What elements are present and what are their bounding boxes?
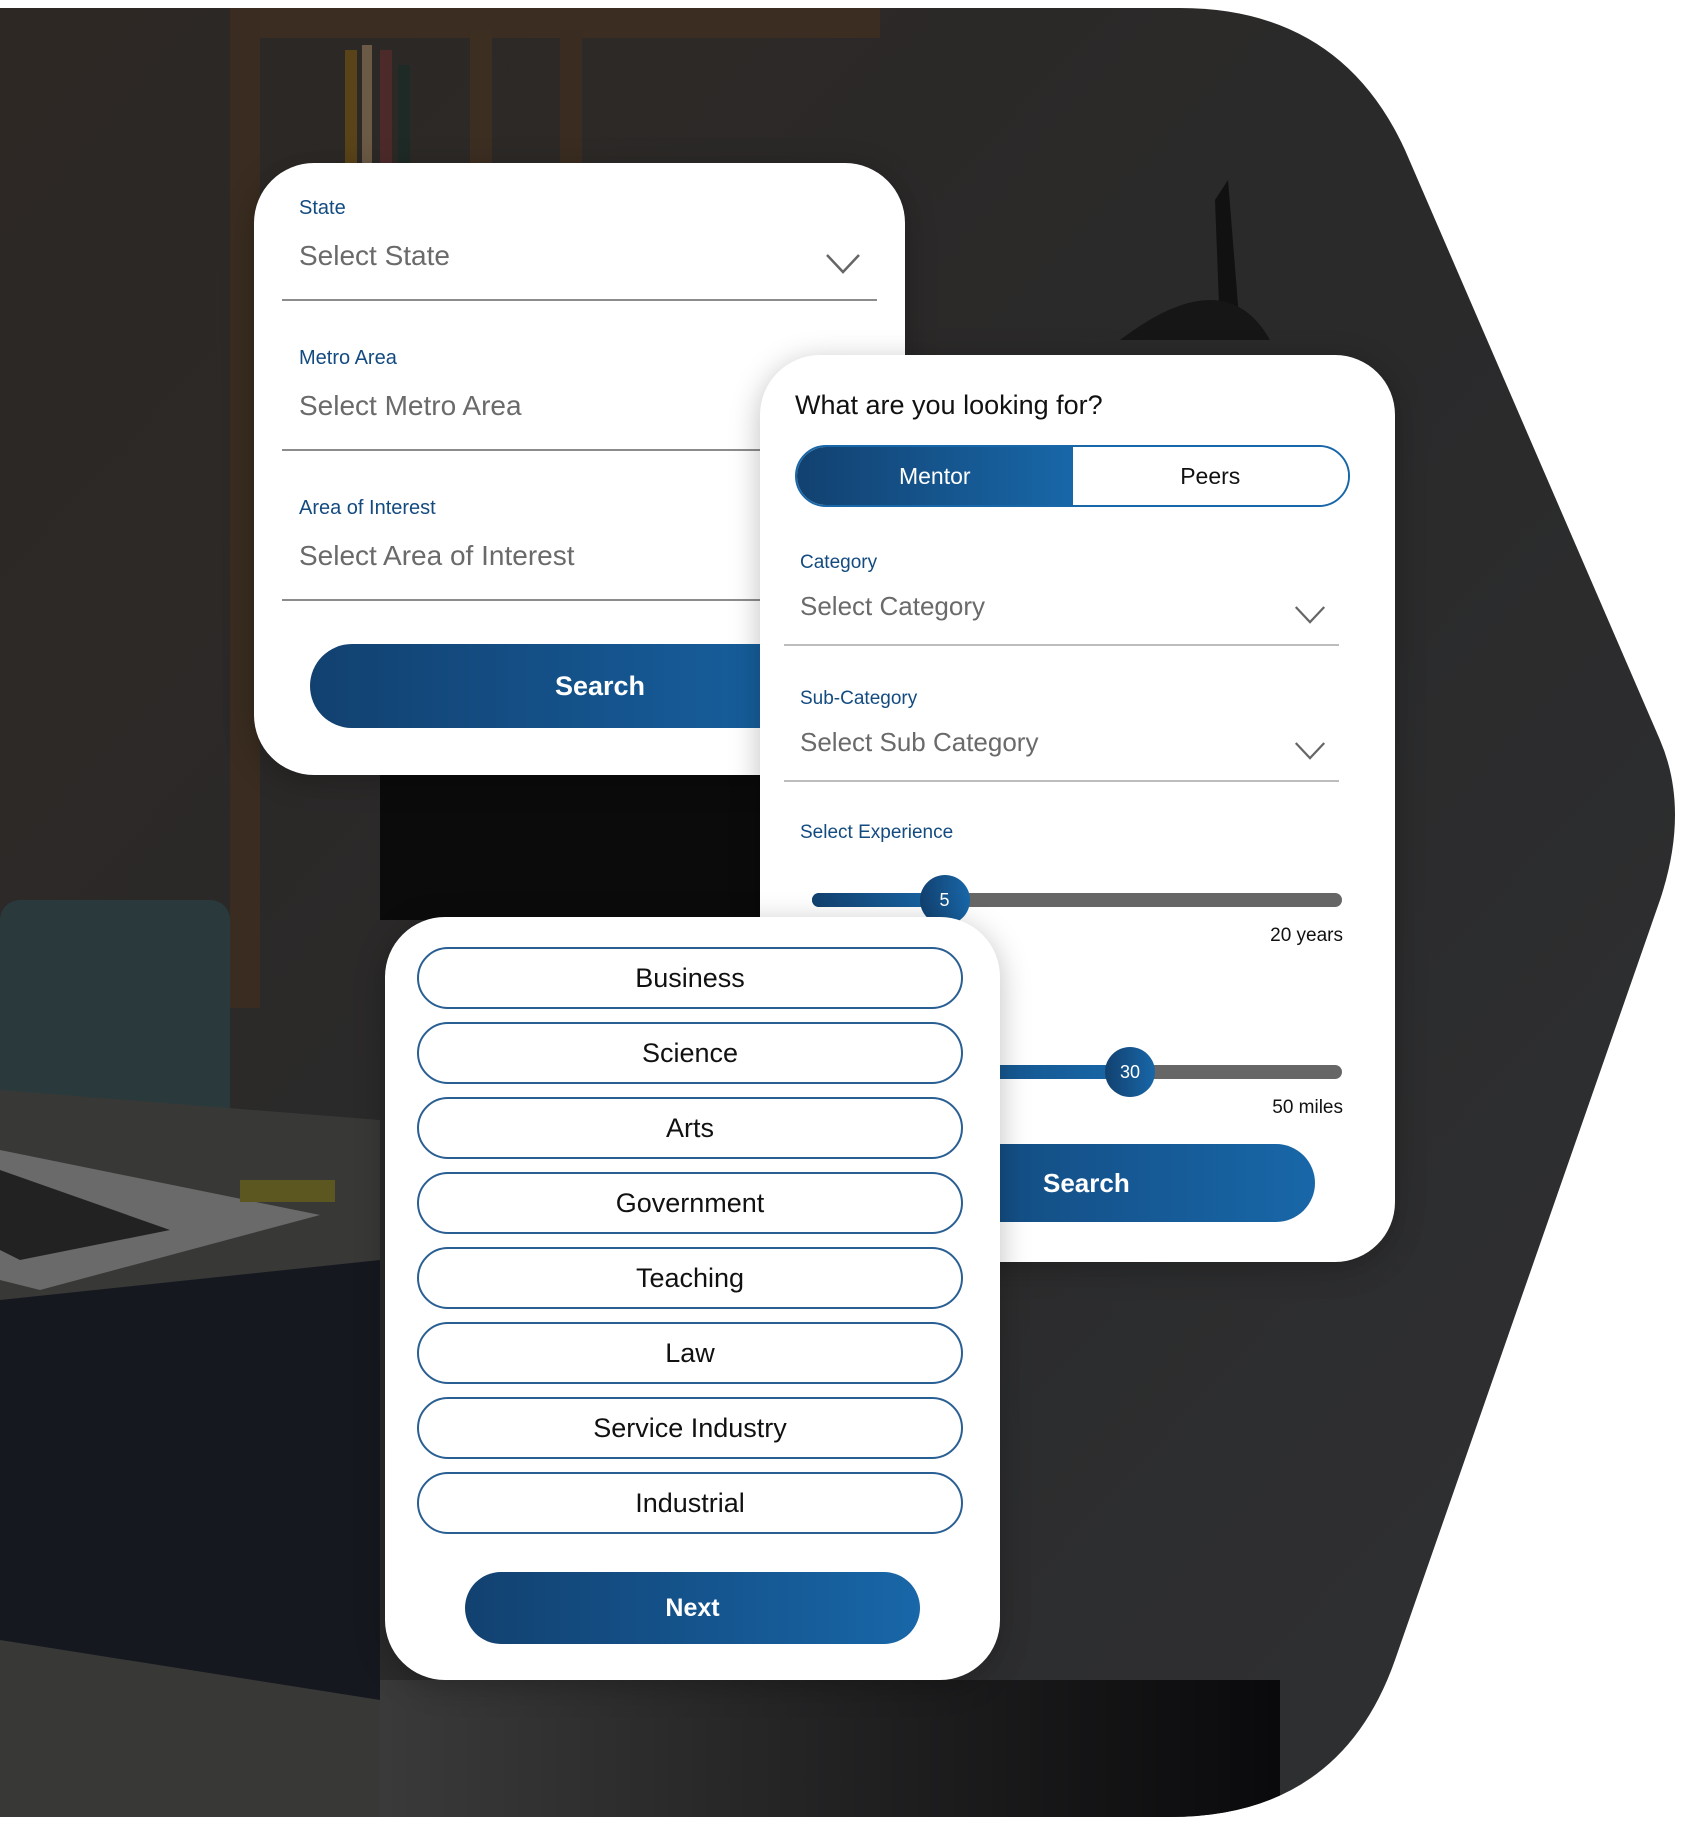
- experience-max-label: 20 years: [1270, 925, 1343, 946]
- interest-picker-card: Business Science Arts Government Teachin…: [385, 917, 1000, 1680]
- category-label: Category: [800, 552, 878, 573]
- interest-option-teaching[interactable]: Teaching: [417, 1247, 963, 1309]
- metro-area-label: Metro Area: [299, 347, 397, 369]
- state-dropdown[interactable]: Select State: [282, 223, 882, 303]
- sub-category-placeholder: Select Sub Category: [800, 727, 1039, 757]
- category-placeholder: Select Category: [800, 591, 985, 621]
- distance-max-label: 50 miles: [1272, 1097, 1343, 1118]
- chevron-down-icon: [1294, 606, 1326, 624]
- chevron-down-icon: [1294, 742, 1326, 760]
- interest-option-service-industry[interactable]: Service Industry: [417, 1397, 963, 1459]
- toggle-option-mentor[interactable]: Mentor: [797, 447, 1073, 505]
- mentor-peers-toggle: Mentor Peers: [795, 445, 1350, 507]
- chevron-down-icon: [826, 254, 860, 274]
- interest-option-science[interactable]: Science: [417, 1022, 963, 1084]
- toggle-option-peers[interactable]: Peers: [1072, 447, 1348, 505]
- sub-category-label: Sub-Category: [800, 688, 918, 709]
- interest-option-law[interactable]: Law: [417, 1322, 963, 1384]
- category-dropdown[interactable]: Select Category: [784, 577, 1350, 647]
- area-of-interest-placeholder: Select Area of Interest: [299, 540, 575, 571]
- sub-category-divider: [784, 780, 1339, 782]
- state-label: State: [299, 197, 346, 219]
- area-of-interest-label: Area of Interest: [299, 497, 436, 519]
- looking-for-question: What are you looking for?: [795, 390, 1103, 420]
- interest-option-government[interactable]: Government: [417, 1172, 963, 1234]
- state-divider: [282, 299, 877, 301]
- category-divider: [784, 644, 1339, 646]
- interest-option-business[interactable]: Business: [417, 947, 963, 1009]
- state-placeholder: Select State: [299, 240, 450, 271]
- next-button[interactable]: Next: [465, 1572, 920, 1644]
- interest-option-arts[interactable]: Arts: [417, 1097, 963, 1159]
- experience-label: Select Experience: [800, 822, 954, 843]
- interest-option-industrial[interactable]: Industrial: [417, 1472, 963, 1534]
- sub-category-dropdown[interactable]: Select Sub Category: [784, 713, 1350, 783]
- metro-area-placeholder: Select Metro Area: [299, 390, 522, 421]
- search-button-label: Search: [1043, 1167, 1130, 1198]
- distance-thumb[interactable]: 30: [1105, 1047, 1155, 1097]
